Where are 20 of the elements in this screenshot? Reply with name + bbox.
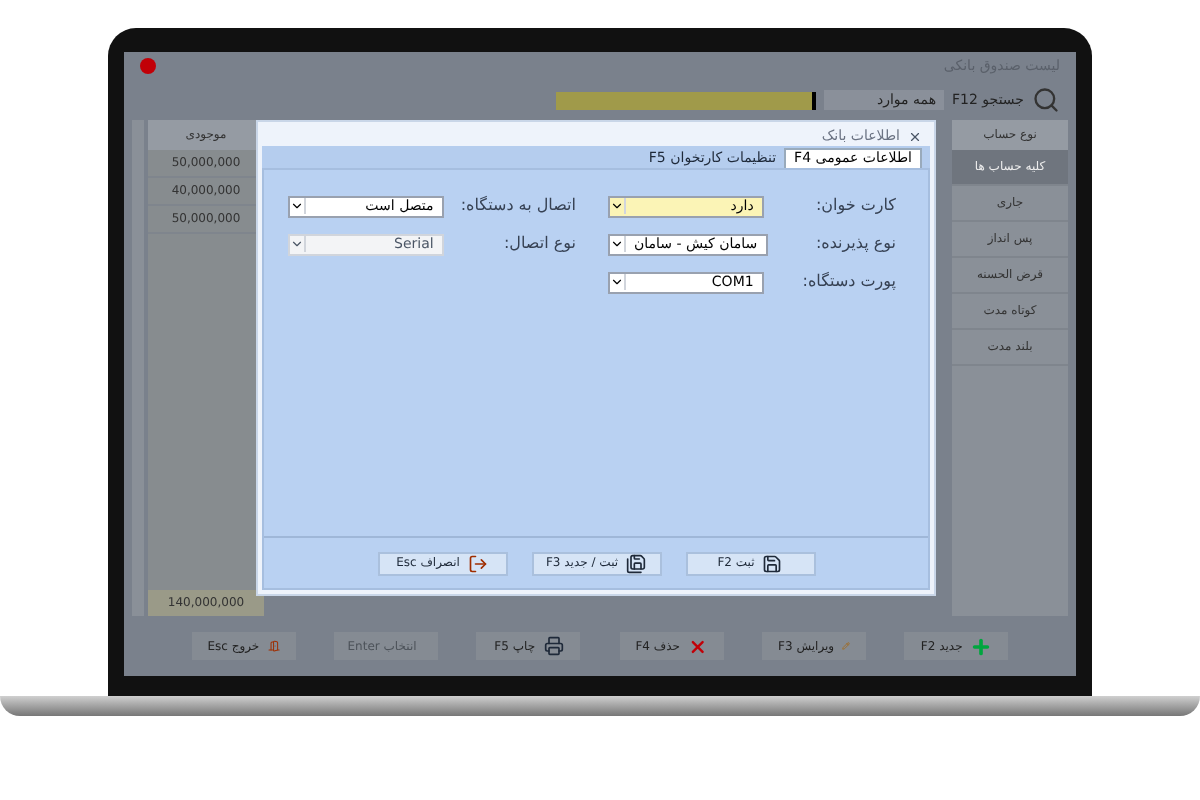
save-icon (762, 553, 783, 573)
save-icon (626, 553, 647, 573)
caret-icon (290, 236, 306, 252)
search-field[interactable] (556, 91, 817, 109)
close-icon[interactable] (908, 129, 922, 143)
cross-icon (687, 635, 708, 657)
field-label: نوع پذیرنده: (813, 232, 896, 256)
pencil-icon (842, 636, 851, 656)
field-label: پورت دستگاه: (800, 270, 896, 294)
caret-icon (290, 198, 306, 214)
printer-icon (543, 636, 564, 656)
plus-icon (970, 635, 993, 657)
caret-icon (610, 274, 626, 290)
caret-icon (610, 236, 626, 252)
field-label: کارت خوان: (813, 194, 896, 218)
caret-icon (610, 198, 626, 214)
close-icon (140, 58, 156, 74)
field-label: نوع اتصال: (501, 232, 576, 256)
search-icon[interactable] (1032, 86, 1060, 114)
field-label: اتصال به دستگاه: (459, 194, 576, 218)
